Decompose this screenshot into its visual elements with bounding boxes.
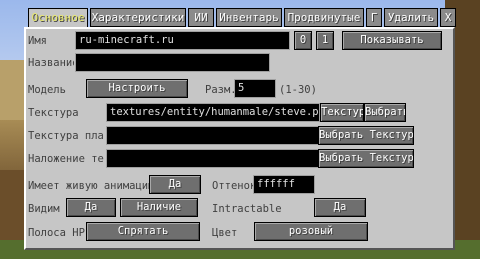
title-label: Название [28, 57, 74, 69]
interactable-label: Intractable [212, 203, 282, 215]
presence-button[interactable]: Наличие [120, 198, 198, 217]
select-overlay-texture-button[interactable]: Выбрать Текстуру [318, 149, 414, 168]
tab-delete[interactable]: Удалить [384, 8, 438, 27]
configure-model-button[interactable]: Настроить [86, 79, 188, 98]
size-range-hint: (1-30) [279, 84, 317, 96]
tab-stats[interactable]: Характеристики [90, 8, 186, 27]
title-input[interactable] [75, 53, 270, 72]
living-animation-toggle[interactable]: Да [149, 175, 201, 194]
overlay-texture-label: Наложение тек [28, 153, 104, 165]
tab-inventory[interactable]: Инвентарь [216, 8, 282, 27]
name-option-button-2[interactable]: 1 [316, 31, 334, 50]
size-label: Разм. [205, 84, 237, 96]
size-input[interactable]: 5 [234, 79, 276, 98]
show-name-button[interactable]: Показывать [342, 31, 442, 50]
tint-label: Оттенок [212, 180, 257, 192]
name-input[interactable]: ru-minecraft.ru [75, 31, 290, 50]
hp-bar-label: Полоса HP [28, 227, 85, 239]
interactable-toggle[interactable]: Да [314, 198, 366, 217]
color-label: Цвет [212, 227, 238, 239]
hp-bar-button[interactable]: Спрятать [86, 222, 200, 241]
living-animation-label: Имеет живую анимацию [28, 180, 155, 192]
texture-mode-button[interactable]: Текстура [320, 103, 364, 122]
color-button[interactable]: розовый [254, 222, 368, 241]
name-option-button-1[interactable]: 0 [294, 31, 312, 50]
tab-close[interactable]: Х [440, 8, 456, 27]
model-label: Модель [28, 84, 66, 96]
tab-ai[interactable]: ИИ [188, 8, 214, 27]
select-texture-button[interactable]: Выбрать [364, 103, 406, 122]
tint-input[interactable]: ffffff [253, 175, 315, 194]
visible-label: Видим [28, 203, 60, 215]
texture-label: Текстура [28, 107, 79, 119]
overlay-texture-input[interactable] [106, 149, 320, 168]
tab-g[interactable]: Г [366, 8, 382, 27]
cape-texture-label: Текстура плаш [28, 130, 104, 142]
cape-texture-input[interactable] [106, 126, 320, 145]
name-label: Имя [28, 35, 47, 47]
tab-main[interactable]: Основное [28, 8, 88, 29]
tab-advanced[interactable]: Продвинутые [284, 8, 364, 27]
texture-input[interactable]: textures/entity/humanmale/steve.png [106, 103, 320, 122]
visible-toggle[interactable]: Да [66, 198, 116, 217]
select-cape-texture-button[interactable]: Выбрать Текстуру [318, 126, 414, 145]
